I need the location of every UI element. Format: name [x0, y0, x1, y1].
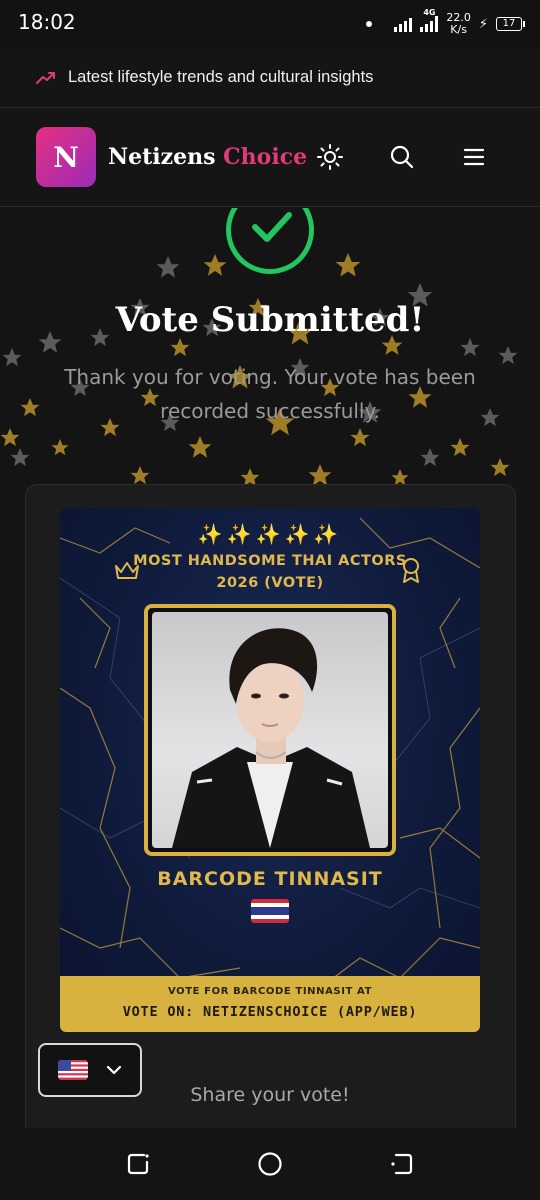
chevron-down-icon: [106, 1065, 122, 1075]
status-bar: 18:02 4G 22.0 K/s ⚡ 17: [0, 0, 540, 48]
charging-icon: ⚡: [478, 16, 488, 32]
actor-photo-frame: [144, 604, 396, 856]
battery-icon: 17: [496, 17, 525, 31]
actor-name: BARCODE TINNASIT: [157, 868, 383, 890]
trend-bar[interactable]: Latest lifestyle trends and cultural ins…: [0, 48, 540, 108]
vote-title: Vote Submitted!: [115, 300, 425, 340]
trend-text: Latest lifestyle trends and cultural ins…: [68, 68, 374, 86]
site-header: N Netizens Choice: [0, 109, 540, 207]
brand-name[interactable]: Netizens Choice: [108, 144, 307, 170]
home-icon[interactable]: [256, 1150, 284, 1178]
status-time: 18:02: [18, 10, 76, 34]
actor-photo: [152, 612, 388, 848]
net-speed: 22.0 K/s: [446, 12, 471, 36]
status-icons: 4G 22.0 K/s ⚡ 17: [366, 8, 525, 38]
signal-icon: [394, 16, 413, 32]
logo[interactable]: N: [36, 127, 96, 187]
language-selector[interactable]: [38, 1043, 142, 1097]
logo-letter: N: [53, 140, 79, 174]
signal-4g-icon: 4G: [420, 8, 439, 32]
sun-icon[interactable]: [316, 143, 344, 171]
brand-part1: Netizens: [108, 144, 216, 170]
recent-apps-icon[interactable]: [124, 1150, 152, 1178]
footer-big-text: VOTE ON: NETIZENSCHOICE (APP/WEB): [122, 1004, 418, 1020]
vote-card: ✨✨✨✨✨ MOST HANDSOME THAI ACTORS 2026 (VO…: [60, 508, 480, 1032]
card-footer: VOTE FOR BARCODE TINNASIT AT VOTE ON: NE…: [60, 976, 480, 1032]
sparkles-decoration: ✨✨✨✨✨: [197, 522, 343, 546]
brand-part2: Choice: [223, 144, 308, 170]
trending-up-icon: [36, 71, 55, 84]
notification-dot-icon: [366, 21, 373, 27]
system-nav-bar: [0, 1128, 540, 1200]
success-check-icon: [226, 208, 314, 274]
award-ribbon-icon: [403, 558, 419, 583]
search-icon[interactable]: [388, 143, 416, 171]
back-icon[interactable]: [388, 1150, 416, 1178]
footer-small-text: VOTE FOR BARCODE TINNASIT AT: [167, 986, 373, 997]
menu-icon[interactable]: [460, 143, 488, 171]
network-type: 4G: [423, 8, 436, 17]
vote-message: Thank you for voting. Your vote has been…: [64, 365, 476, 423]
card-title: MOST HANDSOME THAI ACTORS 2026 (VOTE): [133, 553, 407, 591]
us-flag-icon: [58, 1060, 88, 1080]
thailand-flag-icon: [251, 899, 289, 923]
net-speed-unit: K/s: [450, 23, 467, 36]
